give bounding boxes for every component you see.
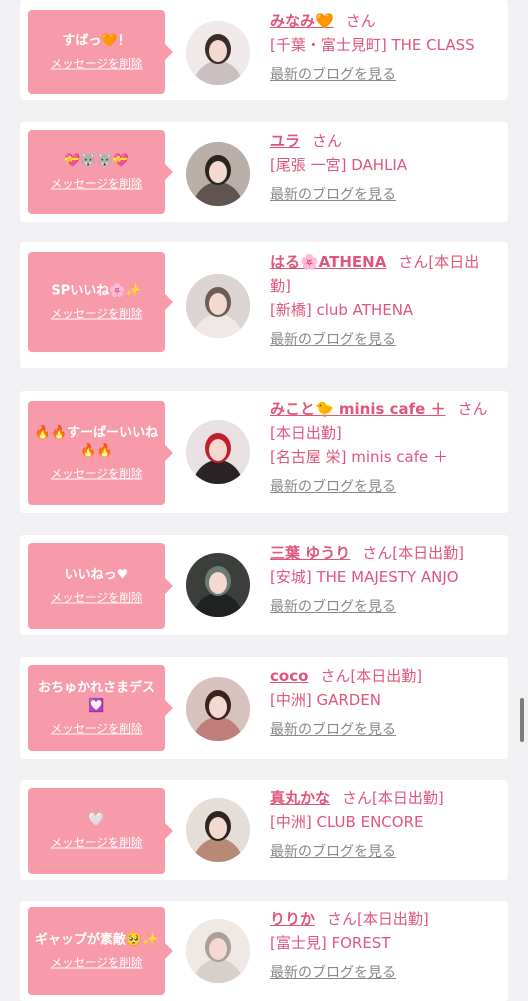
avatar[interactable] xyxy=(186,919,250,983)
honorific: さん xyxy=(398,253,429,271)
avatar-photo-icon xyxy=(186,420,250,484)
message-card: おちゅかれさまデス💟 メッセージを削除 coco さん[本日出勤] [中洲] GA… xyxy=(20,657,508,759)
sender-name-link[interactable]: 真丸かな xyxy=(270,789,330,807)
honorific: さん xyxy=(345,12,376,30)
sender-name-link[interactable]: coco xyxy=(270,667,308,685)
sender-name-link[interactable]: みこと🐤 minis cafe ＋ xyxy=(270,400,446,418)
message-bubble: 🤍 メッセージを削除 xyxy=(28,788,173,874)
latest-blog-link[interactable]: 最新のブログを見る xyxy=(270,328,396,352)
delete-message-link[interactable]: メッセージを削除 xyxy=(51,836,143,850)
sender-info: coco さん[本日出勤] [中洲] GARDEN 最新のブログを見る xyxy=(270,664,500,742)
message-text: おちゅかれさまデス💟 xyxy=(37,680,155,714)
avatar[interactable] xyxy=(186,274,250,338)
message-text: 🤍 xyxy=(88,812,105,828)
message-bubble: おちゅかれさまデス💟 メッセージを削除 xyxy=(28,665,173,751)
message-text: 🔥🔥すーぱーいいね🔥🔥 xyxy=(34,425,159,459)
avatar-photo-icon xyxy=(186,677,250,741)
attendance-status: [本日出勤] xyxy=(270,424,342,442)
latest-blog-link[interactable]: 最新のブログを見る xyxy=(270,595,396,619)
attendance-status: [本日出勤] xyxy=(372,789,444,807)
sender-name-link[interactable]: りりか xyxy=(270,910,315,928)
message-card: すばっ🧡！ メッセージを削除 みなみ🧡 さん [千葉・富士見町] THE CLAS… xyxy=(20,0,508,100)
message-card: 💝🐺🐺💝 メッセージを削除 ユラ さん [尾張 一宮] DAHLIA 最新のブログ… xyxy=(20,122,508,222)
honorific: さん xyxy=(320,667,351,685)
sender-name-link[interactable]: ユラ xyxy=(270,132,300,150)
honorific: さん xyxy=(342,789,373,807)
shop-name: [富士見] FOREST xyxy=(270,934,391,952)
latest-blog-link[interactable]: 最新のブログを見る xyxy=(270,840,396,864)
honorific: さん xyxy=(312,132,343,150)
sender-info: りりか さん[本日出勤] [富士見] FOREST 最新のブログを見る xyxy=(270,907,500,985)
attendance-status: [本日出勤] xyxy=(350,667,423,685)
message-text: いいねっ♥ xyxy=(64,567,129,583)
message-card: 🤍 メッセージを削除 真丸かな さん[本日出勤] [中洲] CLUB ENCORE… xyxy=(20,780,508,880)
shop-name: [安城] THE MAJESTY ANJO xyxy=(270,568,459,586)
delete-message-link[interactable]: メッセージを削除 xyxy=(51,591,143,605)
delete-message-link[interactable]: メッセージを削除 xyxy=(51,467,143,481)
shop-name: [名古屋 栄] minis cafe ＋ xyxy=(270,448,448,466)
latest-blog-link[interactable]: 最新のブログを見る xyxy=(270,63,396,87)
message-bubble: 🔥🔥すーぱーいいね🔥🔥 メッセージを削除 xyxy=(28,401,173,505)
avatar-photo-icon xyxy=(186,274,250,338)
scrollbar[interactable] xyxy=(520,698,524,742)
latest-blog-link[interactable]: 最新のブログを見る xyxy=(270,183,396,207)
sender-name-link[interactable]: みなみ🧡 xyxy=(270,12,334,30)
message-bubble: 💝🐺🐺💝 メッセージを削除 xyxy=(28,130,173,214)
attendance-status: [本日出勤] xyxy=(357,910,429,928)
sender-info: みこと🐤 minis cafe ＋ さん [本日出勤] [名古屋 栄] minis … xyxy=(270,397,500,499)
delete-message-link[interactable]: メッセージを削除 xyxy=(51,722,143,736)
shop-name: [新橋] club ATHENA xyxy=(270,301,414,319)
attendance-status: [本日出勤] xyxy=(392,544,464,562)
message-card: ギャップが素敵🥺✨ メッセージを削除 りりか さん[本日出勤] [富士見] FOR… xyxy=(20,901,508,1001)
avatar[interactable] xyxy=(186,420,250,484)
avatar[interactable] xyxy=(186,21,250,85)
latest-blog-link[interactable]: 最新のブログを見る xyxy=(270,475,396,499)
latest-blog-link[interactable]: 最新のブログを見る xyxy=(270,961,396,985)
message-bubble: いいねっ♥ メッセージを削除 xyxy=(28,543,173,629)
avatar-photo-icon xyxy=(186,553,250,617)
avatar[interactable] xyxy=(186,142,250,206)
avatar[interactable] xyxy=(186,798,250,862)
sender-name-link[interactable]: 三葉 ゆうり xyxy=(270,544,350,562)
sender-info: 三葉 ゆうり さん[本日出勤] [安城] THE MAJESTY ANJO 最新の… xyxy=(270,541,500,619)
shop-name: [中洲] GARDEN xyxy=(270,691,382,709)
message-card: SPいいね🌸✨ メッセージを削除 はる🌸ATHENA さん[本日出勤] [新橋] … xyxy=(20,242,508,368)
latest-blog-link[interactable]: 最新のブログを見る xyxy=(270,718,396,742)
message-bubble: すばっ🧡！ メッセージを削除 xyxy=(28,10,173,94)
message-text: 💝🐺🐺💝 xyxy=(64,153,129,169)
message-text: ギャップが素敵🥺✨ xyxy=(34,932,159,948)
avatar[interactable] xyxy=(186,677,250,741)
message-card: 🔥🔥すーぱーいいね🔥🔥 メッセージを削除 みこと🐤 minis cafe ＋ さん… xyxy=(20,391,508,513)
avatar-photo-icon xyxy=(186,798,250,862)
shop-name: [尾張 一宮] DAHLIA xyxy=(270,156,408,174)
message-card: いいねっ♥ メッセージを削除 三葉 ゆうり さん[本日出勤] [安城] THE M… xyxy=(20,535,508,635)
delete-message-link[interactable]: メッセージを削除 xyxy=(51,307,143,321)
delete-message-link[interactable]: メッセージを削除 xyxy=(51,956,143,970)
avatar-photo-icon xyxy=(186,142,250,206)
sender-info: みなみ🧡 さん [千葉・富士見町] THE CLASS 最新のブログを見る xyxy=(270,9,500,87)
sender-info: ユラ さん [尾張 一宮] DAHLIA 最新のブログを見る xyxy=(270,129,500,207)
honorific: さん xyxy=(327,910,358,928)
message-text: SPいいね🌸✨ xyxy=(51,283,142,299)
message-bubble: ギャップが素敵🥺✨ メッセージを削除 xyxy=(28,907,173,995)
avatar[interactable] xyxy=(186,553,250,617)
sender-name-link[interactable]: はる🌸ATHENA xyxy=(270,253,386,271)
sender-info: 真丸かな さん[本日出勤] [中洲] CLUB ENCORE 最新のブログを見る xyxy=(270,786,500,864)
honorific: さん xyxy=(457,400,488,418)
shop-name: [千葉・富士見町] THE CLASS xyxy=(270,36,475,54)
shop-name: [中洲] CLUB ENCORE xyxy=(270,813,424,831)
avatar-photo-icon xyxy=(186,919,250,983)
avatar-photo-icon xyxy=(186,21,250,85)
message-text: すばっ🧡！ xyxy=(62,33,131,49)
message-bubble: SPいいね🌸✨ メッセージを削除 xyxy=(28,252,173,352)
delete-message-link[interactable]: メッセージを削除 xyxy=(51,57,143,71)
honorific: さん xyxy=(362,544,393,562)
sender-info: はる🌸ATHENA さん[本日出勤] [新橋] club ATHENA 最新のブロ… xyxy=(270,250,500,352)
delete-message-link[interactable]: メッセージを削除 xyxy=(51,177,143,191)
